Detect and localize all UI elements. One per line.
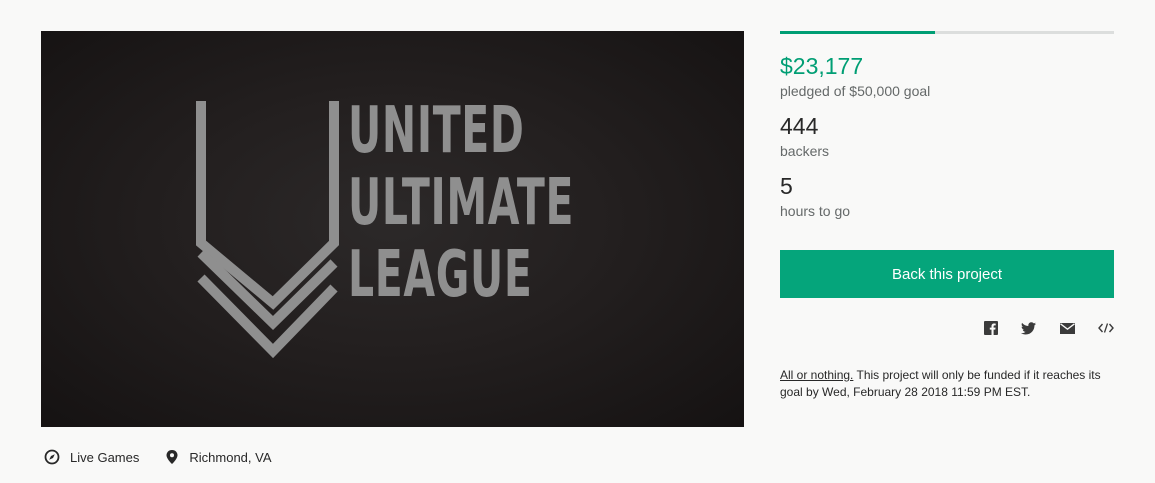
embed-share-button[interactable] bbox=[1096, 320, 1116, 336]
facebook-icon bbox=[984, 321, 998, 335]
backers-count: 444 bbox=[780, 113, 819, 139]
twitter-icon bbox=[1020, 321, 1036, 334]
category-label: Live Games bbox=[70, 449, 140, 465]
funding-policy-note: All or nothing. This project will only b… bbox=[780, 367, 1114, 401]
all-or-nothing-link[interactable]: All or nothing. bbox=[780, 368, 853, 382]
location-label: Richmond, VA bbox=[189, 449, 272, 465]
embed-code-icon bbox=[1098, 323, 1114, 333]
map-pin-icon bbox=[166, 450, 178, 464]
project-meta: Live Games Richmond, VA bbox=[44, 446, 298, 468]
pledged-amount: $23,177 bbox=[780, 53, 864, 79]
project-video[interactable]: UNITED ULTIMATE LEAGUE bbox=[41, 31, 744, 427]
time-remaining-value: 5 bbox=[780, 173, 793, 199]
time-remaining-label: hours to go bbox=[780, 203, 851, 219]
facebook-share-button[interactable] bbox=[981, 320, 1001, 336]
category-link[interactable]: Live Games bbox=[44, 449, 139, 465]
compass-icon bbox=[44, 449, 60, 465]
pledged-goal-label: pledged of $50,000 goal bbox=[780, 83, 931, 99]
funding-progress-fill bbox=[780, 31, 935, 34]
logo-text-line: LEAGUE bbox=[348, 238, 533, 312]
backers-label: backers bbox=[780, 143, 830, 159]
logo-text-line: ULTIMATE bbox=[348, 166, 575, 240]
twitter-share-button[interactable] bbox=[1018, 320, 1038, 336]
email-icon bbox=[1059, 322, 1075, 334]
email-share-button[interactable] bbox=[1057, 320, 1077, 336]
back-this-project-button[interactable]: Back this project bbox=[780, 250, 1114, 298]
funding-progress-bar bbox=[780, 31, 1114, 34]
logo-text-line: UNITED bbox=[348, 94, 525, 168]
location-link[interactable]: Richmond, VA bbox=[165, 449, 272, 465]
